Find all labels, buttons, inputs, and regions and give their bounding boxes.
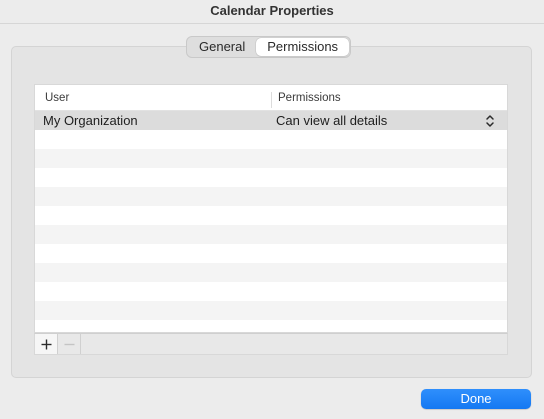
table-body: My Organization Can view all details bbox=[35, 111, 507, 332]
permission-popup[interactable]: Can view all details bbox=[271, 113, 507, 128]
window-title: Calendar Properties bbox=[210, 3, 334, 18]
minus-icon bbox=[64, 343, 74, 345]
empty-row bbox=[35, 320, 507, 332]
tab-bar: General Permissions bbox=[186, 36, 352, 58]
table-toolbar bbox=[34, 333, 508, 355]
empty-row bbox=[35, 130, 507, 149]
column-header-permissions[interactable]: Permissions bbox=[271, 92, 507, 108]
user-cell: My Organization bbox=[43, 113, 138, 128]
tab-permissions[interactable]: Permissions bbox=[256, 38, 350, 56]
add-user-button[interactable] bbox=[35, 334, 58, 354]
empty-row bbox=[35, 263, 507, 282]
up-down-chevron-icon bbox=[486, 114, 494, 127]
table-row[interactable]: My Organization Can view all details bbox=[35, 111, 507, 130]
empty-row bbox=[35, 206, 507, 225]
done-button[interactable]: Done bbox=[421, 389, 531, 409]
empty-row bbox=[35, 244, 507, 263]
empty-row bbox=[35, 149, 507, 168]
empty-row bbox=[35, 225, 507, 244]
column-header-user[interactable]: User bbox=[35, 92, 271, 110]
table-header: User Permissions bbox=[35, 85, 507, 111]
empty-row bbox=[35, 282, 507, 301]
empty-row bbox=[35, 168, 507, 187]
plus-icon bbox=[41, 339, 51, 349]
tab-general[interactable]: General bbox=[188, 38, 256, 56]
empty-row bbox=[35, 301, 507, 320]
remove-user-button[interactable] bbox=[58, 334, 81, 354]
permissions-table: User Permissions My Organization Can vie… bbox=[34, 84, 508, 333]
window-titlebar: Calendar Properties bbox=[0, 0, 544, 24]
permission-value: Can view all details bbox=[276, 113, 388, 128]
empty-row bbox=[35, 187, 507, 206]
